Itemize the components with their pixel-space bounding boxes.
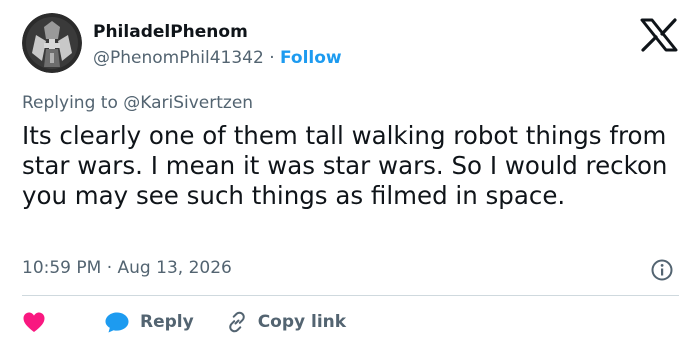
separator-dot: · xyxy=(269,48,275,68)
reply-bubble-icon xyxy=(105,312,129,333)
tweet-timestamp[interactable]: 10:59 PM · Aug 13, 2026 xyxy=(22,258,232,278)
avatar[interactable] xyxy=(22,13,82,73)
avatar-knight-image xyxy=(22,13,82,73)
divider xyxy=(22,295,679,296)
author-handle[interactable]: @PhenomPhil41342 xyxy=(93,48,264,68)
link-icon xyxy=(228,311,245,333)
replying-to-line: Replying to @KariSivertzen xyxy=(22,93,253,113)
copy-link-button[interactable]: Copy link xyxy=(226,311,346,333)
author-handle-line: @PhenomPhil41342 · Follow xyxy=(93,48,342,68)
tweet-text: Its clearly one of them tall walking rob… xyxy=(22,121,668,210)
reply-label: Reply xyxy=(140,312,194,332)
like-button[interactable] xyxy=(22,311,56,333)
follow-button[interactable]: Follow xyxy=(280,48,342,68)
action-bar: Reply Copy link xyxy=(22,309,346,335)
replying-prefix: Replying to xyxy=(22,93,118,113)
info-icon[interactable] xyxy=(651,259,673,281)
x-logo-icon[interactable] xyxy=(640,18,678,52)
replying-mention-link[interactable]: @KariSivertzen xyxy=(123,93,253,113)
author-display-name[interactable]: PhiladelPhenom xyxy=(93,22,248,42)
reply-button[interactable]: Reply xyxy=(104,311,194,333)
heart-icon xyxy=(23,312,45,332)
copy-link-label: Copy link xyxy=(257,312,347,332)
